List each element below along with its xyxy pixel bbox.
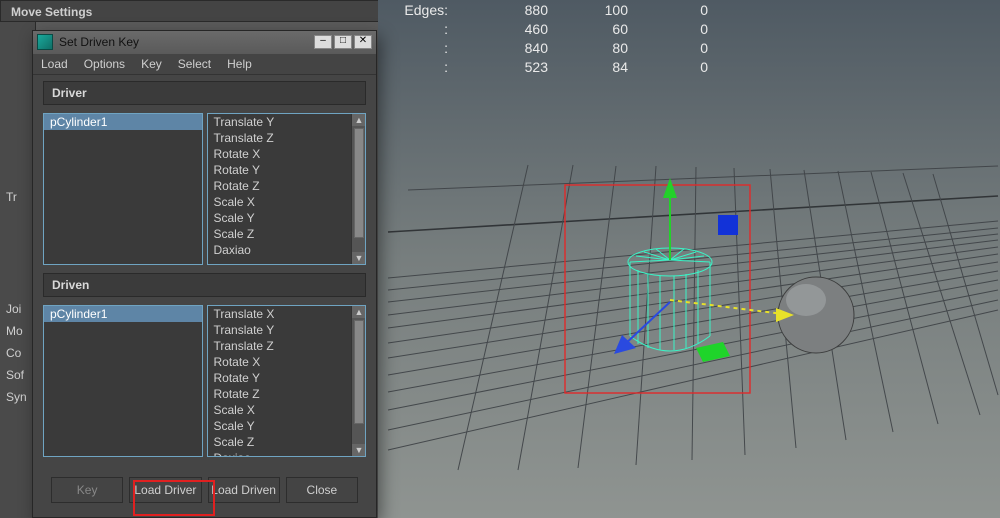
driver-object-list[interactable]: pCylinder1 [43, 113, 203, 265]
menu-key[interactable]: Key [141, 57, 162, 71]
scroll-down-icon[interactable]: ▼ [352, 444, 366, 456]
stat-label: : [378, 59, 458, 78]
sdk-menubar: Load Options Key Select Help [33, 54, 376, 75]
list-item[interactable]: Rotate Z [208, 386, 352, 402]
list-item[interactable]: Scale Y [208, 210, 352, 226]
close-icon[interactable]: ✕ [354, 35, 372, 49]
scroll-down-icon[interactable]: ▼ [352, 252, 366, 264]
driven-object-list[interactable]: pCylinder1 [43, 305, 203, 457]
list-item[interactable]: Scale Y [208, 418, 352, 434]
list-item[interactable]: pCylinder1 [44, 114, 202, 130]
driven-attr-list[interactable]: Translate X Translate Y Translate Z Rota… [207, 305, 367, 457]
driven-section-header: Driven [43, 273, 366, 297]
list-item[interactable]: Scale Z [208, 226, 352, 242]
stat-label: Edges: [378, 2, 458, 21]
cylinder-wireframe [628, 248, 712, 351]
left-tab[interactable]: Co [0, 342, 35, 364]
list-item[interactable]: Daxiao [208, 242, 352, 258]
list-item[interactable]: pCylinder1 [44, 306, 202, 322]
key-button[interactable]: Key [51, 477, 123, 503]
move-settings-header[interactable]: Move Settings [0, 0, 380, 22]
scrollbar[interactable]: ▲ ▼ [351, 306, 365, 456]
left-tab[interactable]: Sof [0, 364, 35, 386]
window-title: Set Driven Key [59, 35, 308, 49]
polycount-stats: Edges:8801000 :460600 :840800 :523840 [378, 2, 708, 78]
list-item[interactable]: Scale Z [208, 434, 352, 450]
menu-load[interactable]: Load [41, 57, 68, 71]
close-button[interactable]: Close [286, 477, 358, 503]
load-driver-button[interactable]: Load Driver [129, 477, 201, 503]
list-item[interactable]: Translate Y [208, 114, 352, 130]
scroll-up-icon[interactable]: ▲ [352, 306, 366, 318]
menu-select[interactable]: Select [178, 57, 211, 71]
minimize-icon[interactable]: – [314, 35, 332, 49]
driver-section-header: Driver [43, 81, 366, 105]
load-driven-button[interactable]: Load Driven [208, 477, 280, 503]
sdk-button-row: Key Load Driver Load Driven Close [43, 465, 366, 517]
scroll-up-icon[interactable]: ▲ [352, 114, 366, 126]
list-item[interactable]: Translate X [208, 306, 352, 322]
set-driven-key-window: Set Driven Key – □ ✕ Load Options Key Se… [32, 30, 377, 518]
left-tab[interactable]: Tr [0, 186, 35, 208]
maya-app-icon [37, 34, 53, 50]
driver-attr-list[interactable]: Translate Y Translate Z Rotate X Rotate … [207, 113, 367, 265]
list-item[interactable]: Rotate X [208, 146, 352, 162]
left-tab[interactable]: Syn [0, 386, 35, 408]
list-item[interactable]: Rotate X [208, 354, 352, 370]
scrollbar[interactable]: ▲ ▼ [351, 114, 365, 264]
list-item[interactable]: Translate Z [208, 130, 352, 146]
scroll-thumb[interactable] [354, 320, 364, 424]
list-item[interactable]: Daxiao [208, 450, 352, 456]
menu-options[interactable]: Options [84, 57, 125, 71]
list-item[interactable]: Scale X [208, 194, 352, 210]
window-titlebar[interactable]: Set Driven Key – □ ✕ [33, 31, 376, 54]
list-item[interactable]: Translate Y [208, 322, 352, 338]
maximize-icon[interactable]: □ [334, 35, 352, 49]
stat-label: : [378, 40, 458, 59]
list-item[interactable]: Translate Z [208, 338, 352, 354]
left-tab[interactable]: Joi [0, 298, 35, 320]
list-item[interactable]: Scale X [208, 402, 352, 418]
menu-help[interactable]: Help [227, 57, 252, 71]
scroll-thumb[interactable] [354, 128, 364, 238]
list-item[interactable]: Rotate Y [208, 370, 352, 386]
left-panel-strip: Tr Joi Mo Co Sof Syn [0, 0, 36, 518]
list-item[interactable]: Rotate Y [208, 162, 352, 178]
list-item[interactable]: Rotate Z [208, 178, 352, 194]
stat-label: : [378, 21, 458, 40]
left-tab[interactable]: Mo [0, 320, 35, 342]
